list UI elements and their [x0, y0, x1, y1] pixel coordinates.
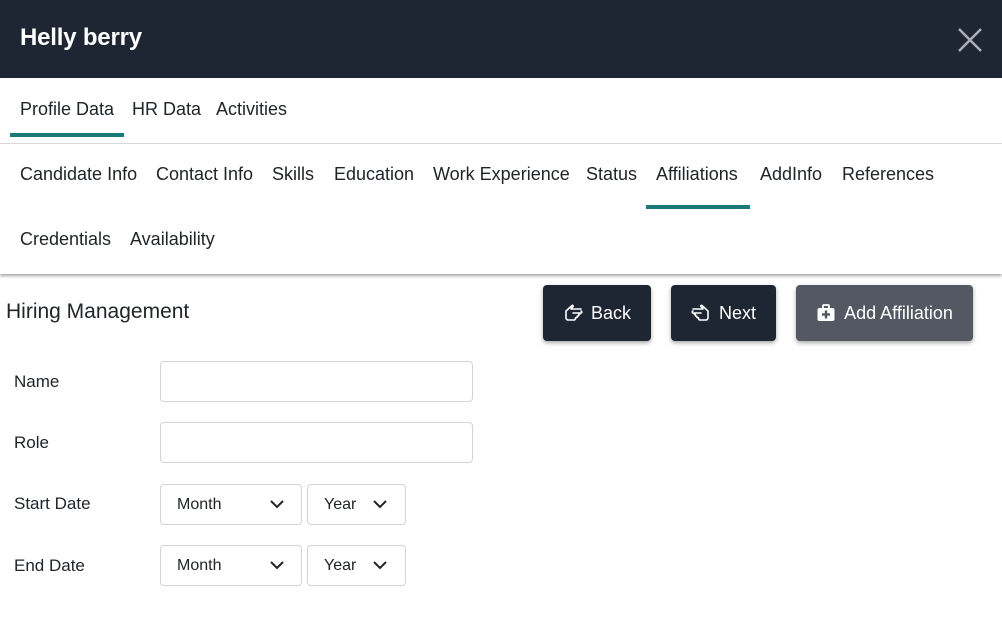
start-month-value: Month — [177, 495, 222, 513]
modal-header: Helly berry — [0, 0, 1002, 78]
hand-point-left-icon — [565, 304, 583, 321]
primary-tabs: Profile Data HR Data Activities — [0, 78, 1002, 144]
tab-contact-info[interactable]: Contact Info — [156, 164, 253, 185]
start-year-value: Year — [324, 495, 357, 513]
active-tab-indicator — [646, 205, 750, 209]
end-month-select[interactable]: Month — [160, 545, 302, 586]
tab-addinfo[interactable]: AddInfo — [760, 164, 822, 185]
section-title: Hiring Management — [6, 300, 190, 323]
tab-affiliations[interactable]: Affiliations — [656, 164, 738, 185]
role-label: Role — [14, 433, 49, 452]
start-month-select[interactable]: Month — [160, 484, 302, 525]
tab-hr-data[interactable]: HR Data — [132, 99, 201, 120]
chevron-down-icon — [270, 500, 284, 509]
name-label: Name — [14, 372, 60, 391]
back-label: Back — [590, 302, 632, 323]
add-affiliation-label: Add Affiliation — [844, 302, 953, 323]
hand-point-right-icon — [691, 304, 709, 321]
chevron-down-icon — [373, 561, 387, 570]
end-date-label: End Date — [14, 556, 85, 575]
close-icon[interactable] — [956, 26, 984, 54]
end-year-select[interactable]: Year — [307, 545, 406, 586]
tab-education[interactable]: Education — [334, 164, 414, 185]
start-year-select[interactable]: Year — [307, 484, 406, 525]
end-month-value: Month — [177, 556, 222, 574]
back-button[interactable]: Back — [543, 285, 651, 341]
medkit-icon — [817, 304, 835, 321]
end-year-value: Year — [324, 556, 357, 574]
tab-status[interactable]: Status — [586, 164, 637, 185]
tab-availability[interactable]: Availability — [130, 229, 215, 250]
tab-profile-data[interactable]: Profile Data — [9, 99, 125, 137]
start-date-label: Start Date — [14, 494, 91, 513]
chevron-down-icon — [373, 500, 387, 509]
tab-activities[interactable]: Activities — [216, 99, 287, 120]
next-button[interactable]: Next — [671, 285, 776, 341]
tab-credentials[interactable]: Credentials — [20, 229, 111, 250]
next-label: Next — [718, 302, 756, 323]
tab-references[interactable]: References — [842, 164, 934, 185]
add-affiliation-button[interactable]: Add Affiliation — [796, 285, 973, 341]
secondary-tabs: Candidate Info Contact Info Skills Educa… — [0, 144, 1002, 274]
role-input[interactable] — [160, 422, 473, 463]
tab-candidate-info[interactable]: Candidate Info — [20, 164, 137, 185]
tab-work-experience[interactable]: Work Experience — [433, 164, 570, 185]
modal-title: Helly berry — [20, 24, 142, 51]
name-input[interactable] — [160, 361, 473, 402]
chevron-down-icon — [270, 561, 284, 570]
tab-skills[interactable]: Skills — [272, 164, 314, 185]
